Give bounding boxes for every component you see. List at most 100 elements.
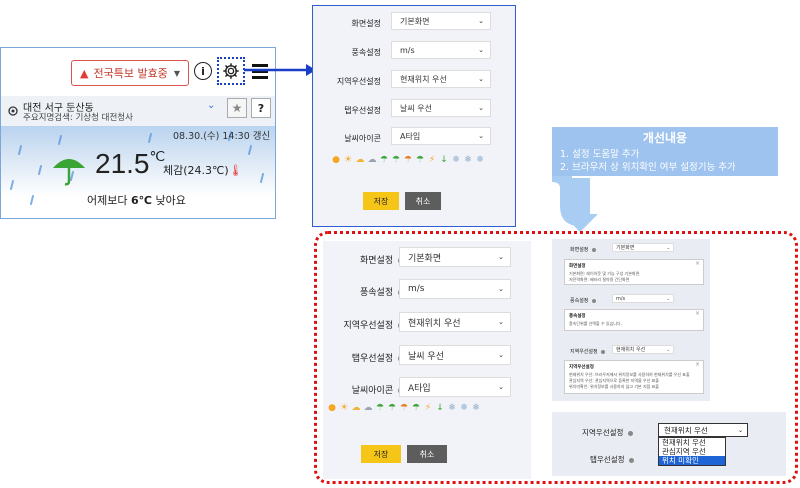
snow-icon: ❄: [464, 155, 472, 165]
screen-select[interactable]: 기본화면 ⌄: [612, 243, 674, 252]
save-button[interactable]: 저장: [361, 445, 401, 463]
row-label: 지역우선설정: [570, 348, 606, 355]
row-label: 날씨아이콘: [325, 383, 405, 396]
snow-icon: ❄: [460, 403, 468, 413]
help-dot-icon: [627, 430, 633, 436]
partly-cloudy-icon: ☁: [351, 403, 361, 413]
wind-select[interactable]: m/s ⌄: [612, 294, 674, 303]
alert-dropdown-button[interactable]: ▲ 전국특보 발효중 ▼: [71, 60, 189, 86]
cancel-button[interactable]: 취소: [405, 192, 441, 210]
settings-gear-button[interactable]: [217, 57, 245, 85]
snow-icon: ❄: [476, 155, 484, 165]
close-icon[interactable]: ×: [695, 260, 700, 267]
alert-label: 전국특보 발효중: [93, 67, 168, 80]
cancel-button[interactable]: 취소: [407, 445, 447, 463]
chevron-down-icon: ⌄: [666, 347, 670, 352]
region-select[interactable]: 현재위치 우선 ⌄: [612, 345, 674, 354]
tooltip-text: 저전력화면: 배터리 절약용 간단화면: [569, 277, 630, 282]
screen-select[interactable]: 기본화면 ⌄: [391, 12, 491, 30]
dropdown-option[interactable]: 관심지역 우선: [659, 447, 725, 456]
umbrella-icon: ☂: [415, 155, 425, 165]
dropdown-option[interactable]: 현재위치 우선: [659, 438, 725, 447]
row-label: 화면설정: [570, 246, 596, 253]
gear-icon: [223, 63, 239, 79]
row-label: 풍속설정: [325, 285, 405, 298]
umbrella-icon: ☂: [375, 403, 385, 413]
umbrella-icon: [51, 150, 87, 190]
tooltip-text: 기본화면: 레이아웃 및 기능 구성 기본화면: [569, 271, 640, 276]
lightning-icon: ⚡: [424, 403, 432, 413]
dropdown-option-selected[interactable]: 위치 미확인: [659, 456, 725, 465]
screen-select[interactable]: 기본화면 ⌄: [399, 247, 511, 267]
icon-select[interactable]: A타입 ⌄: [391, 127, 491, 145]
location-target-icon[interactable]: [7, 102, 19, 121]
help-tooltip: 지역우선설정 × 현재위치 우선: 브라우저에서 위치정보를 사용하여 현재위치…: [564, 360, 704, 394]
chevron-down-icon: ⌄: [478, 132, 484, 140]
chevron-down-icon: ⌄: [478, 104, 484, 112]
tooltip-text: 관심지역 우선: 관심지역으로 등록한 지역을 우선 표출: [569, 378, 659, 383]
cloud-icon: ☁: [367, 155, 377, 165]
update-time: 08.30.(수) 14:30 갱신: [173, 131, 271, 142]
chevron-down-icon: ⌄: [478, 75, 484, 83]
row-label: 탭우선설정: [590, 454, 634, 465]
row-label: 풍속설정: [351, 48, 381, 57]
settings-panel-current: 화면설정 기본화면 ⌄ 풍속설정 m/s ⌄ 지역우선설정 현재위치 우선 ⌄ 탭우선…: [312, 5, 516, 227]
help-dot-icon: [628, 457, 634, 463]
chevron-down-icon: ⌄: [478, 17, 484, 25]
row-label: 지역우선설정: [336, 77, 381, 86]
dropdown-options: 현재위치 우선 관심지역 우선 위치 미확인: [658, 437, 726, 466]
sun-icon: ●: [332, 155, 340, 165]
tab-select[interactable]: 날씨 우선 ⌄: [399, 345, 511, 365]
close-icon[interactable]: ×: [695, 310, 700, 317]
region-select[interactable]: 현재위치 우선 ⌄: [391, 70, 491, 88]
arrow-to-settings: [244, 64, 316, 76]
chevron-down-icon: ⌄: [498, 285, 504, 293]
wind-select[interactable]: m/s ⌄: [399, 279, 511, 299]
chevron-down-icon: ⌄: [498, 383, 504, 391]
chevron-down-icon: ⌄: [737, 426, 743, 434]
icon-select[interactable]: A타입 ⌄: [399, 377, 511, 397]
umbrella-sun-icon: ☂: [387, 403, 397, 413]
umbrella-icon: ☂: [403, 155, 413, 165]
chevron-down-icon: ⌄: [666, 296, 670, 301]
tooltip-text: 현재위치 우선: 브라우저에서 위치정보를 사용하여 현재위치를 우선 표출: [569, 372, 690, 377]
tooltip-title: 풍속설정: [569, 314, 586, 319]
favorite-star-button[interactable]: ★: [227, 98, 247, 118]
tooltip-text: 풍속단위를 선택할 수 있습니다.: [569, 321, 622, 326]
tooltip-title: 화면설정: [569, 264, 586, 269]
row-label: 화면설정: [325, 253, 405, 266]
partly-cloudy-icon: ☁: [355, 155, 365, 165]
arrow-to-improved: [552, 176, 598, 232]
wind-select[interactable]: m/s ⌄: [391, 41, 491, 59]
location-sub: 주요지명검색: 기상청 대전청사: [23, 113, 133, 123]
help-tooltip: 화면설정 × 기본화면: 레이아웃 및 기능 구성 기본화면 저전력화면: 배터…: [564, 259, 704, 285]
chevron-down-icon: ⌄: [478, 46, 484, 54]
row-label: 화면설정: [351, 19, 381, 28]
download-icon: ↓: [436, 403, 444, 413]
region-dropdown-panel: 지역우선설정 현재위치 우선 ⌄ 현재위치 우선 관심지역 우선 위치 미확인 탭…: [552, 412, 786, 476]
chevron-down-icon: ⌄: [498, 253, 504, 261]
region-select[interactable]: 현재위치 우선 ⌄: [399, 312, 511, 332]
snow-icon: ❄: [452, 155, 460, 165]
save-button[interactable]: 저장: [363, 192, 399, 210]
chevron-down-icon: ▼: [173, 68, 180, 78]
help-tooltip: 풍속설정 × 풍속단위를 선택할 수 있습니다.: [564, 309, 704, 331]
tooltip-title: 지역우선설정: [569, 365, 594, 370]
chevron-down-icon: ⌄: [666, 245, 670, 250]
improvement-title: 개선내용: [642, 131, 688, 145]
row-label: 탭우선설정: [344, 106, 381, 115]
improvement-item: 2. 브라우저 상 위치확인 여부 설정기능 추가: [560, 162, 736, 173]
close-icon[interactable]: ×: [695, 361, 700, 368]
lightning-icon: ⚡: [428, 155, 436, 165]
siren-icon: ▲: [80, 66, 89, 80]
help-tooltip-panel: 화면설정 기본화면 ⌄ 화면설정 × 기본화면: 레이아웃 및 기능 구성 기본화…: [552, 239, 710, 401]
help-button[interactable]: ?: [251, 98, 271, 118]
help-dot-icon: [592, 247, 596, 252]
info-icon[interactable]: i: [194, 62, 212, 80]
region-select-open[interactable]: 현재위치 우선 ⌄: [658, 423, 748, 437]
row-label: 날씨아이콘: [344, 134, 381, 143]
tab-select[interactable]: 날씨 우선 ⌄: [391, 99, 491, 117]
row-label: 지역우선설정: [325, 318, 405, 331]
download-icon: ↓: [440, 155, 448, 165]
chevron-down-icon[interactable]: ⌄: [207, 100, 215, 111]
